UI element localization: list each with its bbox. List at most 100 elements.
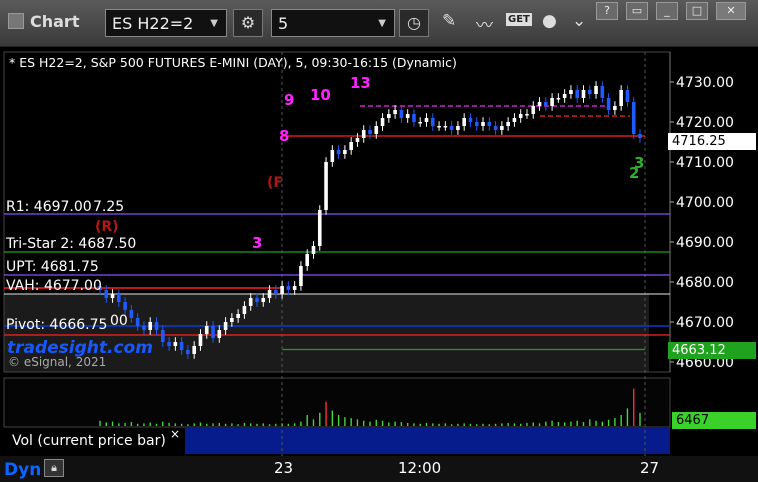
- candle-body: [361, 130, 366, 138]
- gear-icon: ⚙: [240, 13, 256, 32]
- help-button[interactable]: ?: [596, 2, 618, 20]
- td-count: 8: [279, 127, 289, 145]
- support-price-tag: 4663.12: [668, 342, 756, 359]
- draw-pencil-icon[interactable]: ✎: [442, 11, 456, 31]
- y-tick-label: 4690.00: [676, 235, 734, 251]
- clock-icon: ◷: [407, 13, 421, 32]
- r1-suffix-label: 7.25: [93, 199, 125, 215]
- level-lines: [3, 51, 671, 456]
- candle-body: [311, 246, 316, 254]
- candle-body: [242, 306, 247, 314]
- candle-body: [449, 126, 454, 130]
- candle-body: [280, 286, 284, 294]
- interval-combo[interactable]: 5 ▼: [271, 9, 395, 37]
- candle-body: [167, 342, 171, 346]
- link-icon[interactable]: ●: [542, 11, 557, 31]
- lock-icon[interactable]: 🔒︎: [44, 459, 64, 477]
- candle: [625, 85, 630, 107]
- candle: [456, 121, 460, 135]
- candle-body: [349, 142, 353, 150]
- candle-body: [581, 90, 586, 98]
- close-button[interactable]: ✕: [716, 2, 746, 20]
- volume-panel-title: Vol (current price bar): [12, 433, 166, 449]
- symbol-combo[interactable]: ES H22=2 ▼: [105, 9, 227, 37]
- candle-body: [569, 90, 573, 94]
- close-icon[interactable]: ×: [170, 427, 180, 441]
- upt-label: UPT: 4681.75: [6, 259, 99, 275]
- candle-body: [399, 110, 404, 118]
- candle-body: [631, 102, 636, 134]
- candle-body: [192, 346, 196, 354]
- time-button[interactable]: ◷: [399, 9, 429, 37]
- candle-body: [236, 314, 240, 318]
- r1-label: R1: 4697.00: [6, 199, 92, 215]
- candle-body: [148, 322, 153, 330]
- last-price-tag: 4716.25: [668, 133, 756, 150]
- candle-body: [324, 162, 328, 210]
- candle-body: [575, 90, 580, 98]
- candle: [606, 93, 611, 115]
- td-count: 3: [634, 154, 644, 172]
- candle: [474, 117, 479, 131]
- y-tick-label: 4730.00: [676, 75, 734, 91]
- candle-body: [468, 118, 473, 122]
- candle-body: [550, 98, 554, 106]
- get-data-button[interactable]: GET: [506, 13, 532, 26]
- copyright-text: © eSignal, 2021: [8, 355, 107, 369]
- candle-body: [462, 118, 466, 126]
- candle-body: [405, 114, 410, 118]
- candle: [324, 157, 328, 215]
- candle-body: [230, 318, 234, 322]
- restore-button[interactable]: ▭: [626, 2, 648, 20]
- x-tick-2: 27: [640, 459, 660, 477]
- chevron-down-icon: ▼: [210, 18, 218, 29]
- candle-body: [186, 350, 190, 354]
- candle-body: [211, 326, 215, 338]
- candle-body: [154, 322, 159, 330]
- candle-body: [525, 114, 529, 116]
- candle-body: [537, 102, 542, 106]
- candle-body: [506, 122, 510, 126]
- candle: [418, 117, 423, 127]
- maximize-button[interactable]: □: [686, 2, 708, 20]
- chart-info: * ES H22=2, S&P 500 FUTURES E-MINI (DAY)…: [9, 55, 457, 70]
- candle: [518, 109, 523, 123]
- candle: [569, 85, 573, 99]
- candle-body: [317, 210, 322, 246]
- candle-body: [292, 286, 297, 290]
- candle: [556, 93, 561, 103]
- f-marker: (F: [267, 175, 283, 191]
- candle: [594, 81, 598, 99]
- settings-button[interactable]: ⚙: [233, 9, 263, 37]
- x-tick-0: 23: [274, 459, 294, 477]
- minimize-button[interactable]: _: [656, 2, 678, 20]
- candle-body: [173, 342, 178, 346]
- candle: [544, 97, 548, 111]
- studies-icon[interactable]: 〰: [476, 11, 493, 36]
- candle: [412, 109, 416, 127]
- candle: [317, 205, 322, 251]
- candle-body: [518, 114, 523, 118]
- candle-body: [255, 298, 259, 302]
- candle-body: [430, 118, 435, 126]
- y-tick-label: 4680.00: [676, 275, 734, 291]
- candle-body: [135, 318, 140, 326]
- tristar-label: Tri-Star 2: 4687.50: [6, 236, 137, 252]
- candle-body: [613, 106, 617, 110]
- candle-body: [368, 130, 372, 134]
- candle: [487, 117, 492, 131]
- candle-body: [493, 126, 498, 130]
- candle: [393, 105, 397, 119]
- volume-info-bar: [185, 428, 670, 454]
- volume-frame: [3, 377, 671, 428]
- chevron-down-icon[interactable]: ⌄: [572, 11, 586, 31]
- dynamic-mode-label[interactable]: Dyn: [4, 460, 41, 480]
- td-count: 10: [310, 86, 331, 104]
- candle-body: [544, 102, 548, 106]
- vah-label: VAH: 4677.00: [6, 278, 102, 294]
- candle-body: [160, 330, 165, 342]
- candle: [506, 117, 510, 131]
- candle: [462, 113, 466, 131]
- candle: [525, 109, 529, 119]
- candle-body: [500, 126, 504, 130]
